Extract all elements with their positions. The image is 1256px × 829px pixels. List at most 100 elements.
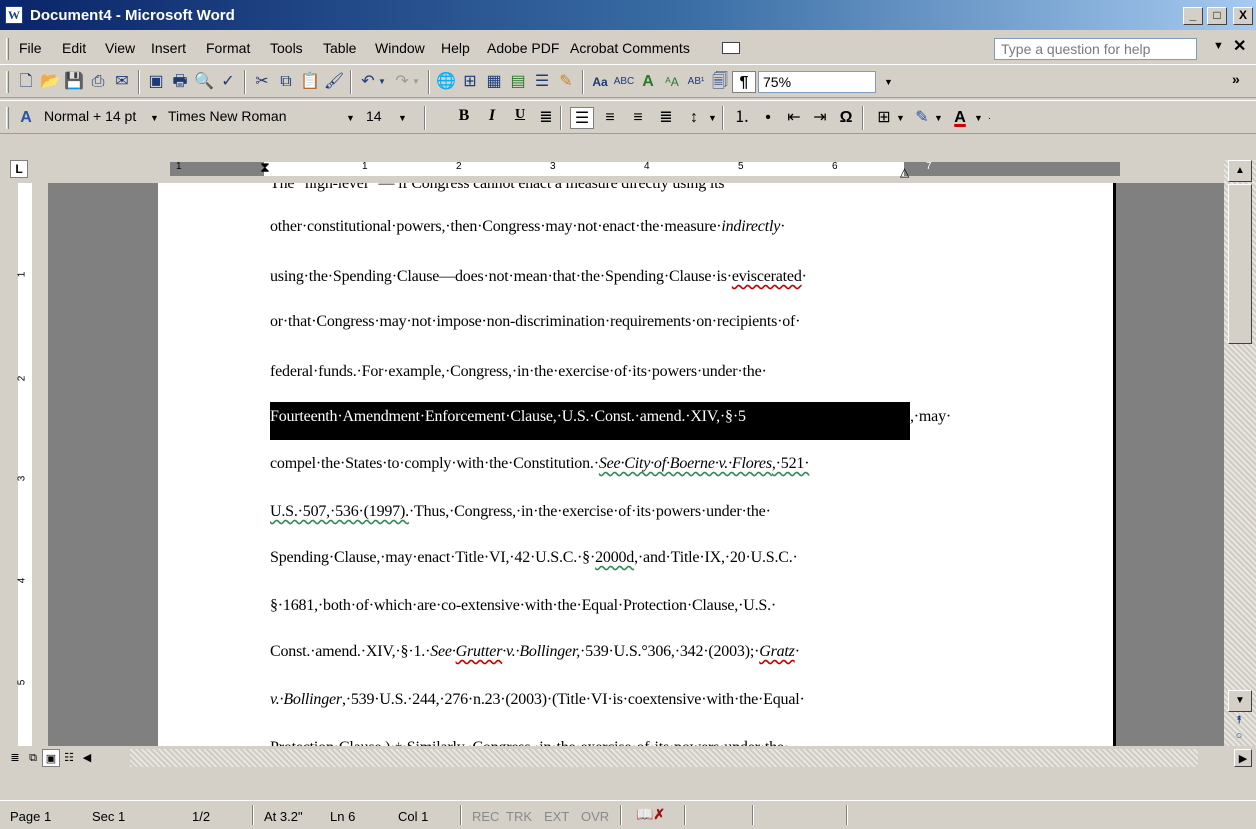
document-page[interactable]: The “high-level” — if Congress cannot en…	[158, 183, 1116, 746]
align-right-icon[interactable]: ≡	[626, 107, 650, 129]
horizontal-ruler[interactable]: L 1 1 2 3 4 5 6 7 ⧗ △	[0, 155, 1256, 183]
select-browse-object-icon[interactable]: ○	[1232, 730, 1246, 742]
horizontal-scrollbar[interactable]	[130, 749, 1198, 767]
menu-file[interactable]: File	[19, 40, 42, 56]
print-layout-icon[interactable]: ▣	[42, 749, 60, 767]
status-rec[interactable]: REC	[472, 809, 499, 824]
menu-acrobat-comments[interactable]: Acrobat Comments	[570, 40, 690, 56]
document-line[interactable]: §·1681,·both·of·which·are·co-extensive·w…	[270, 597, 776, 615]
paragraph-mark-icon[interactable]: ≣	[534, 107, 558, 129]
spelling-status-icon[interactable]: 📖✗	[636, 806, 665, 823]
document-line[interactable]: compel·the·States·to·comply·with·the·Con…	[270, 455, 810, 473]
border-dropdown-icon[interactable]: ▼	[896, 113, 905, 123]
scroll-left-button[interactable]: ◀	[78, 749, 96, 767]
format-painter-icon[interactable]: 🖌	[322, 71, 346, 93]
toolbar-grip[interactable]	[6, 71, 9, 93]
outline-view-icon[interactable]: ☷	[60, 749, 78, 767]
superscript-icon[interactable]: AB¹	[684, 71, 708, 93]
comment-icon[interactable]	[722, 42, 740, 54]
document-line[interactable]: Protection·Clause.)·‡·Similarly,·Congres…	[270, 739, 789, 746]
document-line[interactable]: using·the·Spending·Clause—does·not·mean·…	[270, 268, 807, 286]
undo-dropdown-icon[interactable]: ▼	[376, 71, 388, 93]
document-line[interactable]: or·that·Congress·may·not·impose·non-disc…	[270, 313, 801, 331]
numbering-icon[interactable]: ⒈	[730, 107, 754, 129]
underline-button[interactable]: U	[508, 107, 532, 129]
toolbar-more-icon[interactable]: .	[988, 111, 991, 122]
justify-icon[interactable]: ≣	[654, 107, 678, 129]
print-icon[interactable]: 🖶	[168, 71, 192, 93]
title-bar[interactable]: W Document4 - Microsoft Word _ □ X	[0, 0, 1256, 30]
paste-icon[interactable]: 📋	[298, 71, 322, 93]
menu-view[interactable]: View	[105, 40, 135, 56]
font-color-dropdown-icon[interactable]: ▼	[974, 113, 983, 123]
new-document-icon[interactable]: 🗋	[14, 71, 38, 93]
close-document-button[interactable]: ✕	[1233, 36, 1246, 56]
normal-view-icon[interactable]: ≣	[6, 749, 24, 767]
print-preview-icon[interactable]: 🔍	[192, 71, 216, 93]
document-line[interactable]: Spending·Clause,·may·enact·Title·VI,·42·…	[270, 549, 798, 567]
align-center-icon[interactable]: ≡	[598, 107, 622, 129]
scroll-right-button[interactable]: ▶	[1234, 749, 1252, 767]
style-dropdown-icon[interactable]: ▼	[150, 113, 159, 123]
copy-icon[interactable]: ⧉	[274, 71, 298, 93]
document-line[interactable]: U.S.·507,·536·(1997).·Thus,·Congress,·in…	[270, 503, 771, 521]
close-button[interactable]: X	[1233, 7, 1253, 25]
scroll-down-button[interactable]: ▼	[1228, 690, 1252, 712]
line-spacing-dropdown-icon[interactable]: ▼	[708, 113, 717, 123]
italic-button[interactable]: I	[480, 107, 504, 129]
restore-button[interactable]: □	[1207, 7, 1227, 25]
tab-selector-button[interactable]: L	[10, 160, 28, 178]
status-ovr[interactable]: OVR	[581, 809, 609, 824]
font-dropdown-icon[interactable]: ▼	[346, 113, 355, 123]
save-icon[interactable]: 💾	[62, 71, 86, 93]
bullets-icon[interactable]: •	[756, 107, 780, 129]
line-spacing-icon[interactable]: ↕	[682, 107, 706, 129]
toolbar-options-icon[interactable]: »	[1232, 71, 1240, 87]
open-folder-icon[interactable]: 📂	[38, 71, 62, 93]
help-dropdown-arrow-icon[interactable]: ▼	[1213, 40, 1224, 52]
drawing-icon[interactable]: ✎	[554, 71, 578, 93]
styles-formatting-icon[interactable]: A	[14, 107, 38, 129]
toolbar-grip-2[interactable]	[6, 107, 9, 129]
document-line[interactable]: Const.·amend.·XIV,·§·1.·See·Grutter·v.·B…	[270, 643, 800, 661]
status-trk[interactable]: TRK	[506, 809, 532, 824]
permission-icon[interactable]: ⎙	[86, 71, 110, 93]
menu-insert[interactable]: Insert	[151, 40, 186, 56]
menu-tools[interactable]: Tools	[270, 40, 303, 56]
font-size-a-icon[interactable]: ᴬA	[660, 71, 684, 93]
email-icon[interactable]: ✉	[110, 71, 134, 93]
document-line[interactable]: v.·Bollinger,·539·U.S.·244,·276·n.23·(20…	[270, 691, 805, 709]
border-icon[interactable]: ⊞	[872, 107, 896, 129]
web-layout-icon[interactable]: ⧉	[24, 749, 42, 767]
zoom-dropdown-icon[interactable]: ▼	[884, 77, 893, 87]
right-indent-marker-icon[interactable]: △	[900, 165, 909, 179]
menu-format[interactable]: Format	[206, 40, 250, 56]
menu-edit[interactable]: Edit	[62, 40, 86, 56]
document-map-icon[interactable]: 🗐	[708, 71, 732, 93]
spelling-grammar-icon[interactable]: ✓	[216, 71, 240, 93]
bold-button[interactable]: B	[452, 107, 476, 129]
size-dropdown-icon[interactable]: ▼	[398, 113, 407, 123]
document-line[interactable]: Fourteenth·Amendment·Enforcement·Clause,…	[270, 402, 951, 440]
previous-page-icon[interactable]: ⯭	[1232, 714, 1246, 727]
research-icon[interactable]: ▣	[144, 71, 168, 93]
cut-icon[interactable]: ✂	[250, 71, 274, 93]
symbol-omega-icon[interactable]: Ω	[834, 107, 858, 129]
highlight-a-icon[interactable]: A	[636, 71, 660, 93]
menu-window[interactable]: Window	[375, 40, 425, 56]
left-indent-marker-icon[interactable]: ⧗	[260, 159, 270, 176]
highlight-dropdown-icon[interactable]: ▼	[934, 113, 943, 123]
font-select[interactable]: Times New Roman	[164, 106, 336, 128]
vertical-scroll-thumb[interactable]	[1228, 184, 1252, 344]
redo-dropdown-icon[interactable]: ▼	[410, 71, 422, 93]
show-hide-paragraph-icon[interactable]: ¶	[732, 71, 756, 93]
style-select[interactable]: Normal + 14 pt	[40, 106, 165, 128]
text-styles-icon[interactable]: Aa	[588, 71, 612, 93]
highlight-pen-icon[interactable]: ✎	[910, 107, 934, 129]
insert-table-icon[interactable]: ▦	[482, 71, 506, 93]
document-line[interactable]: federal·funds.·For·example,·Congress,·in…	[270, 363, 767, 381]
font-color-icon[interactable]: A	[948, 107, 972, 129]
insert-excel-icon[interactable]: ▤	[506, 71, 530, 93]
zoom-select[interactable]: 75%	[758, 71, 876, 93]
status-ext[interactable]: EXT	[544, 809, 569, 824]
